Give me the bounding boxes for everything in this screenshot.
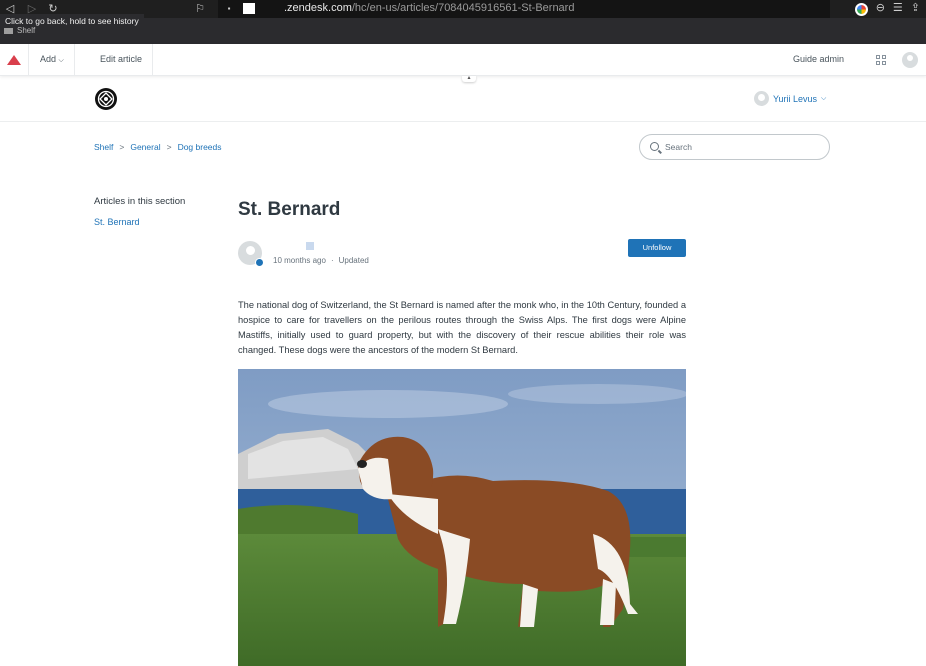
url-redaction	[243, 3, 255, 14]
brand-logo[interactable]	[94, 87, 118, 111]
user-menu[interactable]: Yurii Levus ⌵	[754, 91, 826, 106]
zendesk-triangle-icon	[7, 55, 21, 65]
product-tray-icon[interactable]	[876, 55, 886, 65]
search-box[interactable]	[639, 134, 830, 160]
user-avatar	[754, 91, 769, 106]
meta-separator: ·	[330, 256, 334, 265]
share-icon[interactable]: ⇪	[911, 1, 920, 16]
agent-badge-icon	[255, 258, 264, 267]
chevron-down-icon: ⌵	[821, 94, 827, 102]
edit-article-button[interactable]: Edit article	[90, 44, 154, 75]
breadcrumb-separator: >	[166, 142, 172, 152]
browser-actions: ⊖ ☰ ⇪	[854, 1, 920, 16]
article-body: The national dog of Switzerland, the St …	[238, 300, 686, 355]
tab-favicon-icon	[4, 27, 13, 34]
breadcrumb-dog-breeds[interactable]: Dog breeds	[178, 142, 222, 152]
breadcrumb: Shelf > General > Dog breeds	[94, 142, 222, 152]
chevron-down-icon: ⌵	[58, 57, 64, 64]
tab-label: Shelf	[17, 26, 36, 35]
author-name-redaction	[306, 242, 314, 250]
bookmark-icon[interactable]: ⚐	[192, 1, 208, 17]
user-name: Yurii Levus	[773, 93, 818, 104]
guide-admin-link[interactable]: Guide admin	[793, 44, 844, 75]
breadcrumb-separator: >	[119, 142, 125, 152]
admin-bar: Add ⌵ Edit article Guide admin	[0, 44, 926, 76]
sidebar-title: Articles in this section	[94, 196, 186, 207]
add-label: Add	[40, 54, 57, 64]
lock-icon: ▪	[227, 4, 231, 13]
article-title: St. Bernard	[238, 199, 341, 220]
unfollow-button[interactable]: Unfollow	[628, 239, 686, 257]
zoom-icon[interactable]: ⊖	[876, 1, 885, 16]
st-bernard-photo	[238, 369, 686, 666]
admin-avatar[interactable]	[902, 52, 918, 68]
google-icon[interactable]	[854, 3, 868, 16]
article-meta: 10 months ago · Updated	[273, 256, 369, 265]
breadcrumb-shelf[interactable]: Shelf	[94, 142, 113, 152]
search-icon	[650, 142, 659, 151]
site-header: Yurii Levus ⌵	[0, 76, 926, 122]
article-time-ago: 10 months ago	[273, 256, 326, 265]
menu-icon[interactable]: ☰	[893, 1, 903, 16]
search-input[interactable]	[665, 140, 815, 154]
add-menu-button[interactable]: Add ⌵	[30, 44, 75, 75]
breadcrumb-general[interactable]: General	[130, 142, 160, 152]
article-updated: Updated	[338, 256, 369, 265]
tab-shelf[interactable]: Shelf	[4, 26, 35, 35]
sidebar-item-st-bernard[interactable]: St. Bernard	[94, 217, 140, 227]
url-text: .zendesk.com/hc/en-us/articles/708404591…	[284, 2, 575, 14]
zendesk-logo[interactable]	[0, 44, 29, 75]
